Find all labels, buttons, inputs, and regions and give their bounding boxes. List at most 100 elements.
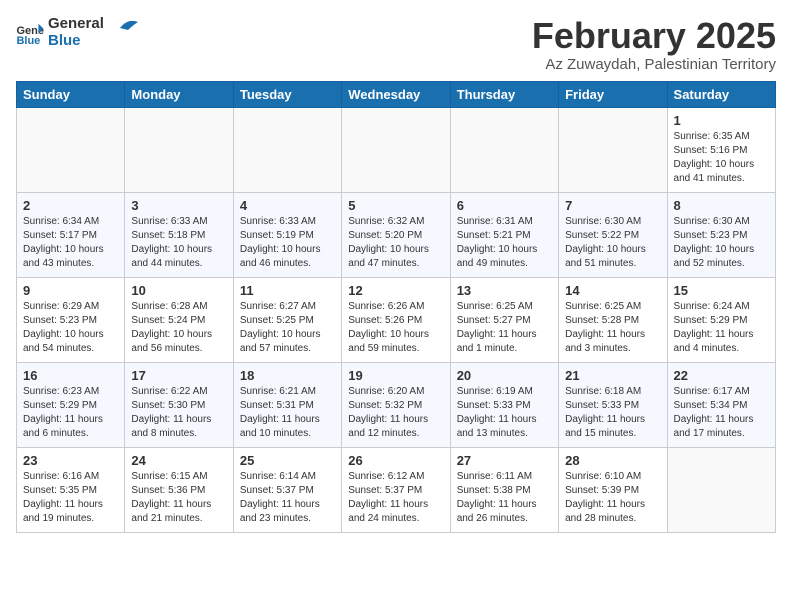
day-number: 25 [240, 453, 335, 468]
day-info: Sunrise: 6:23 AM Sunset: 5:29 PM Dayligh… [23, 385, 118, 441]
logo-bird-icon [110, 18, 140, 38]
calendar-cell: 24Sunrise: 6:15 AM Sunset: 5:36 PM Dayli… [125, 447, 233, 532]
day-header-monday: Monday [125, 81, 233, 107]
day-number: 5 [348, 198, 443, 213]
day-number: 4 [240, 198, 335, 213]
calendar-cell: 15 Sunrise: 6:24 AM Sunset: 5:29 PM Dayli… [667, 277, 775, 362]
header: General Blue General Blue February 2025 … [16, 16, 776, 73]
calendar-cell: 10 Sunrise: 6:28 AM Sunset: 5:24 PM Dayli… [125, 277, 233, 362]
day-info: Sunrise: 6:20 AM Sunset: 5:32 PM Dayligh… [348, 385, 443, 441]
day-info: Sunrise: 6:15 AM Sunset: 5:36 PM Dayligh… [131, 470, 226, 526]
day-number: 17 [131, 368, 226, 383]
calendar-cell: 27Sunrise: 6:11 AM Sunset: 5:38 PM Dayli… [450, 447, 558, 532]
day-number: 23 [23, 453, 118, 468]
calendar-cell [125, 107, 233, 192]
logo: General Blue General Blue [16, 16, 140, 49]
day-info: Sunrise: 6:27 AM Sunset: 5:25 PM Dayligh… [240, 300, 335, 356]
day-number: 13 [457, 283, 552, 298]
calendar-cell [667, 447, 775, 532]
day-info: Sunrise: 6:31 AM Sunset: 5:21 PM Dayligh… [457, 215, 552, 271]
day-number: 8 [674, 198, 769, 213]
day-info: Sunrise: 6:17 AM Sunset: 5:34 PM Dayligh… [674, 385, 769, 441]
day-number: 21 [565, 368, 660, 383]
calendar-cell: 3 Sunrise: 6:33 AM Sunset: 5:18 PM Daylig… [125, 192, 233, 277]
calendar-cell: 23Sunrise: 6:16 AM Sunset: 5:35 PM Dayli… [17, 447, 125, 532]
day-info: Sunrise: 6:33 AM Sunset: 5:18 PM Dayligh… [131, 215, 226, 271]
day-number: 9 [23, 283, 118, 298]
day-info: Sunrise: 6:14 AM Sunset: 5:37 PM Dayligh… [240, 470, 335, 526]
day-number: 18 [240, 368, 335, 383]
calendar-week-row: 16 Sunrise: 6:23 AM Sunset: 5:29 PM Dayli… [17, 362, 776, 447]
calendar-header-row: SundayMondayTuesdayWednesdayThursdayFrid… [17, 81, 776, 107]
day-info: Sunrise: 6:32 AM Sunset: 5:20 PM Dayligh… [348, 215, 443, 271]
day-info: Sunrise: 6:35 AM Sunset: 5:16 PM Dayligh… [674, 130, 769, 186]
calendar-cell: 14Sunrise: 6:25 AM Sunset: 5:28 PM Dayli… [559, 277, 667, 362]
calendar-table: SundayMondayTuesdayWednesdayThursdayFrid… [16, 81, 776, 533]
day-info: Sunrise: 6:21 AM Sunset: 5:31 PM Dayligh… [240, 385, 335, 441]
logo-blue: Blue [48, 33, 104, 50]
calendar-cell: 7 Sunrise: 6:30 AM Sunset: 5:22 PM Daylig… [559, 192, 667, 277]
day-number: 19 [348, 368, 443, 383]
title-block: February 2025 Az Zuwaydah, Palestinian T… [532, 16, 776, 73]
day-number: 10 [131, 283, 226, 298]
calendar-cell: 8Sunrise: 6:30 AM Sunset: 5:23 PM Daylig… [667, 192, 775, 277]
day-info: Sunrise: 6:19 AM Sunset: 5:33 PM Dayligh… [457, 385, 552, 441]
page-container: General Blue General Blue February 2025 … [16, 16, 776, 533]
day-header-sunday: Sunday [17, 81, 125, 107]
calendar-cell [233, 107, 341, 192]
day-number: 12 [348, 283, 443, 298]
day-number: 3 [131, 198, 226, 213]
day-info: Sunrise: 6:12 AM Sunset: 5:37 PM Dayligh… [348, 470, 443, 526]
calendar-cell: 6 Sunrise: 6:31 AM Sunset: 5:21 PM Daylig… [450, 192, 558, 277]
day-header-thursday: Thursday [450, 81, 558, 107]
day-info: Sunrise: 6:30 AM Sunset: 5:22 PM Dayligh… [565, 215, 660, 271]
day-number: 6 [457, 198, 552, 213]
day-number: 14 [565, 283, 660, 298]
calendar-cell [559, 107, 667, 192]
day-info: Sunrise: 6:10 AM Sunset: 5:39 PM Dayligh… [565, 470, 660, 526]
day-number: 2 [23, 198, 118, 213]
day-number: 22 [674, 368, 769, 383]
day-info: Sunrise: 6:33 AM Sunset: 5:19 PM Dayligh… [240, 215, 335, 271]
calendar-cell: 26 Sunrise: 6:12 AM Sunset: 5:37 PM Dayli… [342, 447, 450, 532]
calendar-cell: 16 Sunrise: 6:23 AM Sunset: 5:29 PM Dayli… [17, 362, 125, 447]
day-number: 15 [674, 283, 769, 298]
day-number: 7 [565, 198, 660, 213]
day-info: Sunrise: 6:24 AM Sunset: 5:29 PM Dayligh… [674, 300, 769, 356]
calendar-cell: 17 Sunrise: 6:22 AM Sunset: 5:30 PM Dayli… [125, 362, 233, 447]
day-number: 1 [674, 113, 769, 128]
calendar-week-row: 9Sunrise: 6:29 AM Sunset: 5:23 PM Daylig… [17, 277, 776, 362]
calendar-week-row: 23Sunrise: 6:16 AM Sunset: 5:35 PM Dayli… [17, 447, 776, 532]
calendar-cell: 28 Sunrise: 6:10 AM Sunset: 5:39 PM Dayli… [559, 447, 667, 532]
calendar-cell [450, 107, 558, 192]
logo-icon: General Blue [16, 22, 44, 44]
calendar-cell: 9Sunrise: 6:29 AM Sunset: 5:23 PM Daylig… [17, 277, 125, 362]
calendar-cell: 2Sunrise: 6:34 AM Sunset: 5:17 PM Daylig… [17, 192, 125, 277]
calendar-cell [17, 107, 125, 192]
day-number: 11 [240, 283, 335, 298]
subtitle: Az Zuwaydah, Palestinian Territory [532, 56, 776, 73]
day-info: Sunrise: 6:11 AM Sunset: 5:38 PM Dayligh… [457, 470, 552, 526]
day-number: 16 [23, 368, 118, 383]
day-number: 20 [457, 368, 552, 383]
day-number: 26 [348, 453, 443, 468]
calendar-cell: 25 Sunrise: 6:14 AM Sunset: 5:37 PM Dayli… [233, 447, 341, 532]
day-number: 28 [565, 453, 660, 468]
day-info: Sunrise: 6:18 AM Sunset: 5:33 PM Dayligh… [565, 385, 660, 441]
day-header-friday: Friday [559, 81, 667, 107]
day-info: Sunrise: 6:22 AM Sunset: 5:30 PM Dayligh… [131, 385, 226, 441]
calendar-cell: 13Sunrise: 6:25 AM Sunset: 5:27 PM Dayli… [450, 277, 558, 362]
main-title: February 2025 [532, 16, 776, 56]
calendar-cell: 18 Sunrise: 6:21 AM Sunset: 5:31 PM Dayli… [233, 362, 341, 447]
calendar-cell: 12Sunrise: 6:26 AM Sunset: 5:26 PM Dayli… [342, 277, 450, 362]
calendar-cell: 11 Sunrise: 6:27 AM Sunset: 5:25 PM Dayli… [233, 277, 341, 362]
calendar-cell: 1 Sunrise: 6:35 AM Sunset: 5:16 PM Daylig… [667, 107, 775, 192]
day-header-tuesday: Tuesday [233, 81, 341, 107]
calendar-week-row: 2Sunrise: 6:34 AM Sunset: 5:17 PM Daylig… [17, 192, 776, 277]
calendar-cell: 19 Sunrise: 6:20 AM Sunset: 5:32 PM Dayli… [342, 362, 450, 447]
calendar-cell: 20 Sunrise: 6:19 AM Sunset: 5:33 PM Dayli… [450, 362, 558, 447]
calendar-week-row: 1 Sunrise: 6:35 AM Sunset: 5:16 PM Daylig… [17, 107, 776, 192]
logo-general: General [48, 16, 104, 33]
calendar-cell: 4 Sunrise: 6:33 AM Sunset: 5:19 PM Daylig… [233, 192, 341, 277]
day-info: Sunrise: 6:28 AM Sunset: 5:24 PM Dayligh… [131, 300, 226, 356]
